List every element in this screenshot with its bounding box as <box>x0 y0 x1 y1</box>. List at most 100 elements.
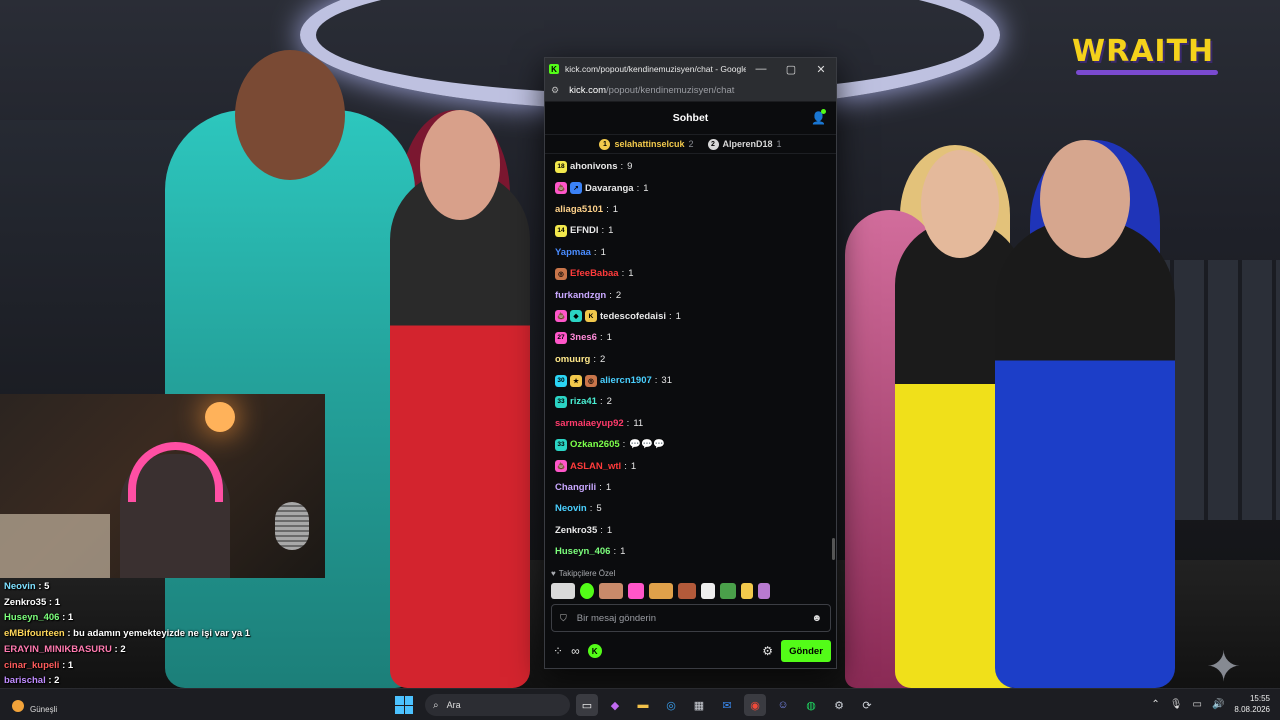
chat-username[interactable]: omuurg <box>555 354 590 365</box>
edge-icon[interactable]: ◎ <box>660 694 682 716</box>
chat-username[interactable]: Yapmaa <box>555 247 591 258</box>
emote[interactable] <box>551 583 575 599</box>
minimize-button[interactable]: — <box>746 63 776 75</box>
chat-username[interactable]: Davaranga <box>585 183 634 194</box>
emote[interactable] <box>720 583 736 599</box>
chat-message[interactable]: furkandzgn:2 <box>555 284 830 305</box>
site-settings-icon[interactable]: ⚙ <box>551 85 559 96</box>
chat-badge-icon: 14 <box>555 224 567 237</box>
chat-username[interactable]: Changrili <box>555 482 596 493</box>
overlay-chat-message: 5 <box>44 581 50 592</box>
chat-username[interactable]: riza41 <box>570 396 597 407</box>
chat-username[interactable]: Neovin <box>555 503 587 514</box>
chat-popout-window[interactable]: K kick.com/popout/kendinemuzisyen/chat -… <box>544 57 837 669</box>
chrome-icon[interactable]: ◉ <box>744 694 766 716</box>
network-icon[interactable]: ▭ <box>1193 699 1202 710</box>
steam-icon[interactable]: ⚙ <box>828 694 850 716</box>
separator: : <box>599 396 603 408</box>
chat-message[interactable]: 💩 ◆ Ktedescofedaisi:1 <box>555 306 830 327</box>
start-button[interactable] <box>395 696 413 714</box>
separator: : <box>600 524 603 536</box>
chat-badge-icon: 33 <box>555 395 567 408</box>
emote[interactable] <box>599 583 623 599</box>
clock[interactable]: 15:55 8.08.2026 <box>1234 693 1270 715</box>
chat-message[interactable]: aliaga5101:1 <box>555 199 830 220</box>
settings-gear-icon[interactable]: ⚙ <box>762 644 773 658</box>
emote[interactable] <box>758 583 770 599</box>
chat-message[interactable]: ◎ EfeeBabaa:1 <box>555 263 830 284</box>
chat-username[interactable]: Huseyn_406 <box>555 546 610 557</box>
chat-username[interactable]: furkandzgn <box>555 290 606 301</box>
top-gifter-count: 1 <box>776 139 782 149</box>
chat-username[interactable]: ahonivons <box>570 161 618 172</box>
chat-message[interactable]: 33 riza41:2 <box>555 391 830 412</box>
emote[interactable] <box>580 583 594 599</box>
volume-icon[interactable]: 🔊 <box>1212 699 1224 710</box>
chat-text: 5 <box>596 503 602 515</box>
chat-message[interactable]: Yapmaa:1 <box>555 242 830 263</box>
chat-message[interactable]: 💩 ↗ Davaranga:1 <box>555 177 830 198</box>
chat-message[interactable]: 14 EFNDI:1 <box>555 220 830 241</box>
channel-points-icon[interactable]: ⁘ <box>553 644 563 658</box>
emote[interactable] <box>701 583 715 599</box>
emoji-icon[interactable]: ☻ <box>811 613 822 624</box>
chat-message[interactable]: 33 Ozkan2605: 💬💬💬 <box>555 434 830 455</box>
chat-message[interactable]: 💩 ASLAN_wtl:1 <box>555 455 830 476</box>
chat-username[interactable]: aliercn1907 <box>600 375 652 386</box>
chat-username[interactable]: ASLAN_wtl <box>570 461 621 472</box>
figure-head <box>420 110 500 220</box>
chat-username[interactable]: 3nes6 <box>570 332 597 343</box>
send-button[interactable]: Gönder <box>781 640 831 662</box>
copilot-icon[interactable]: ◆ <box>604 694 626 716</box>
close-button[interactable]: ✕ <box>806 63 836 76</box>
mail-icon[interactable]: ✉ <box>716 694 738 716</box>
chat-actions: ⁘ ∞ K ⚙ Gönder <box>553 640 831 662</box>
separator: : <box>593 246 597 258</box>
chevron-up-icon[interactable]: ⌃ <box>1151 699 1159 710</box>
chat-username[interactable]: Ozkan2605 <box>570 439 620 450</box>
message-input[interactable] <box>576 612 812 624</box>
chat-username[interactable]: sarmaiaeyup92 <box>555 418 624 429</box>
chat-username[interactable]: EfeeBabaa <box>570 268 619 279</box>
chat-username[interactable]: aliaga5101 <box>555 204 603 215</box>
chat-username[interactable]: Zenkro35 <box>555 525 597 536</box>
chat-message[interactable]: 27 3nes6:1 <box>555 327 830 348</box>
spotify-icon[interactable]: ◍ <box>800 694 822 716</box>
emote[interactable] <box>628 583 644 599</box>
search-icon: ⌕ <box>433 699 439 711</box>
window-titlebar[interactable]: K kick.com/popout/kendinemuzisyen/chat -… <box>545 58 836 80</box>
overlay-chat-message: 1 <box>54 596 60 608</box>
task-view-icon[interactable]: ▭ <box>576 694 598 716</box>
top-gifter[interactable]: 1 selahattinselcuk 2 <box>599 138 694 150</box>
separator: : <box>621 268 625 280</box>
emote[interactable] <box>678 583 696 599</box>
chat-message[interactable]: Neovin:5 <box>555 498 830 519</box>
store-icon[interactable]: ▦ <box>688 694 710 716</box>
top-gifter[interactable]: 2 AlperenD18 1 <box>707 138 782 150</box>
kick-points-icon[interactable]: K <box>587 644 602 658</box>
chat-username[interactable]: EFNDI <box>570 225 599 236</box>
chat-message[interactable]: omuurg:2 <box>555 349 830 370</box>
emote[interactable] <box>649 583 673 599</box>
chat-message[interactable]: 30 ★ ◎ aliercn1907:31 <box>555 370 830 391</box>
address-bar[interactable]: ⚙ kick.com/popout/kendinemuzisyen/chat <box>545 80 836 102</box>
weather-widget[interactable]: Güneşli <box>12 697 57 714</box>
chat-message[interactable]: Zenkro35:1 <box>555 520 830 541</box>
taskbar-search[interactable]: ⌕ Ara <box>425 694 570 716</box>
file-explorer-icon[interactable]: ▬ <box>632 694 654 716</box>
emote[interactable] <box>741 583 753 599</box>
message-input-box[interactable]: ⛉ ☻ <box>551 604 831 632</box>
chat-message[interactable]: Huseyn_406:1 <box>555 541 830 562</box>
app-icon[interactable]: ⟳ <box>856 694 878 716</box>
chat-messages: 18 ahonivons:9 💩 ↗ Davaranga:1 aliaga5101:1 14… <box>555 156 830 562</box>
overlay-chat-user: ERAYIN_MINIKBASURU <box>4 643 112 655</box>
chat-message[interactable]: sarmaiaeyup92:11 <box>555 413 830 434</box>
chat-scrollbar[interactable] <box>832 538 835 560</box>
microphone-icon[interactable]: 🎙 <box>1170 699 1183 710</box>
discord-icon[interactable]: ☺ <box>772 694 794 716</box>
chat-message[interactable]: 18 ahonivons:9 <box>555 156 830 177</box>
chat-username[interactable]: tedescofedaisi <box>600 311 666 322</box>
chat-message[interactable]: Changrili:1 <box>555 477 830 498</box>
maximize-button[interactable]: ▢ <box>776 63 806 76</box>
infinity-icon[interactable]: ∞ <box>571 644 580 658</box>
